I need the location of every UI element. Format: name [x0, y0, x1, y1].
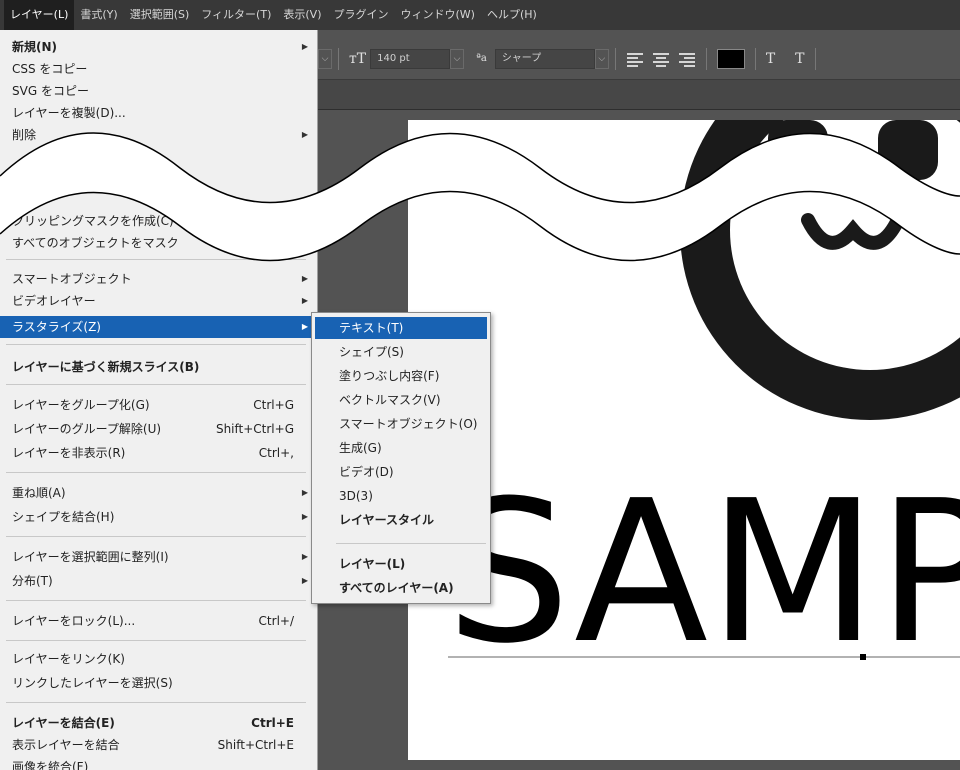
font-size-icon: ᴛT — [349, 50, 367, 67]
antialias-dropdown-icon[interactable]: ⌵ — [594, 48, 609, 69]
submenu-item-vector-mask[interactable]: ベクトルマスク(V) — [315, 389, 487, 411]
menu-item-flatten-image[interactable]: 画像を統合(F) — [0, 756, 317, 770]
submenu-item-fill-content[interactable]: 塗りつぶし内容(F) — [315, 365, 487, 387]
submenu-arrow-icon: ▶ — [301, 322, 308, 331]
menubar-select[interactable]: 選択範囲(S) — [124, 0, 196, 30]
menubar-type[interactable]: 書式(Y) — [74, 0, 123, 30]
menu-item-copy-svg[interactable]: SVG をコピー — [0, 80, 317, 102]
options-divider — [614, 47, 616, 70]
submenu-item-shape[interactable]: シェイプ(S) — [315, 341, 487, 363]
menu-divider — [6, 600, 306, 601]
submenu-item-generate[interactable]: 生成(G) — [315, 437, 487, 459]
menu-item-distribute[interactable]: 分布(T) ▶ — [0, 570, 317, 592]
font-size-field[interactable]: 140 pt — [370, 48, 451, 69]
menu-item-quick-export[interactable]: アセットとしてクイック書き出し — [0, 170, 317, 192]
menu-item-rasterize[interactable]: ラスタライズ(Z) ▶ — [0, 316, 317, 338]
menu-item-merge-layers[interactable]: レイヤーを結合(E) Ctrl+E — [0, 712, 317, 734]
menu-item-select-linked-layers[interactable]: リンクしたレイヤーを選択(S) — [0, 672, 317, 694]
menubar-filter[interactable]: フィルター(T) — [195, 0, 277, 30]
menu-item-combine-shapes[interactable]: シェイプを結合(H) ▶ — [0, 506, 317, 528]
warp-text-icon[interactable]: T — [762, 51, 779, 67]
options-divider — [754, 47, 756, 70]
menu-item-link-layers[interactable]: レイヤーをリンク(K) — [0, 648, 317, 670]
menu-item-video-layer[interactable]: ビデオレイヤー ▶ — [0, 290, 317, 312]
menu-item-merge-visible[interactable]: 表示レイヤーを結合 Shift+Ctrl+E — [0, 734, 317, 756]
menubar-layer[interactable]: レイヤー(L) — [4, 0, 75, 30]
submenu-item-video[interactable]: ビデオ(D) — [315, 461, 487, 483]
submenu-arrow-icon: ▶ — [301, 296, 308, 305]
submenu-item-layer-style[interactable]: レイヤースタイル — [315, 509, 487, 531]
submenu-arrow-icon: ▶ — [301, 488, 308, 497]
menu-item-arrange[interactable]: 重ね順(A) ▶ — [0, 482, 317, 504]
submenu-item-3d[interactable]: 3D(3) — [315, 485, 487, 507]
rasterize-submenu: テキスト(T) シェイプ(S) 塗りつぶし内容(F) ベクトルマスク(V) スマ… — [311, 312, 491, 604]
menu-item-hide-layers[interactable]: レイヤーを非表示(R) Ctrl+, — [0, 442, 317, 464]
submenu-arrow-icon: ▶ — [301, 576, 308, 585]
submenu-arrow-icon: ▶ — [301, 552, 308, 561]
font-style-dropdown-icon[interactable]: ⌵ — [318, 48, 332, 69]
menu-item-group-layers[interactable]: レイヤーをグループ化(G) Ctrl+G — [0, 394, 317, 416]
menu-divider — [6, 536, 306, 537]
submenu-item-layer[interactable]: レイヤー(L) — [315, 553, 487, 575]
text-color-swatch[interactable] — [716, 48, 745, 69]
menubar-window[interactable]: ウィンドウ(W) — [394, 0, 480, 30]
menu-item-copy-css[interactable]: CSS をコピー — [0, 58, 317, 80]
options-divider — [338, 47, 339, 70]
options-divider — [705, 47, 707, 70]
logo-ear-shape — [878, 120, 938, 180]
submenu-arrow-icon: ▶ — [301, 130, 308, 139]
menu-bar: レイヤー(L) 書式(Y) 選択範囲(S) フィルター(T) 表示(V) プラグ… — [0, 0, 960, 30]
menu-item-mask-all-objects[interactable]: すべてのオブジェクトをマスク — [0, 232, 317, 254]
options-bar: ⌵ ᴛT 140 pt ⌵ ªa シャープ ⌵ T T — [318, 38, 960, 80]
menu-divider — [6, 259, 306, 260]
menu-item-new[interactable]: 新規(N) ▶ — [0, 36, 317, 58]
menubar-help[interactable]: ヘルプ(H) — [481, 0, 543, 30]
submenu-divider — [336, 543, 486, 544]
menu-item-new-layer-based-slice[interactable]: レイヤーに基づく新規スライス(B) — [0, 356, 317, 378]
submenu-item-text[interactable]: テキスト(T) — [315, 317, 487, 339]
menu-divider — [6, 702, 306, 703]
menu-divider — [6, 640, 306, 641]
menubar-view[interactable]: 表示(V) — [277, 0, 327, 30]
align-center-icon[interactable] — [652, 52, 669, 67]
menu-item-lock-layers[interactable]: レイヤーをロック(L)... Ctrl+/ — [0, 610, 317, 632]
menu-item-align-to-selection[interactable]: レイヤーを選択範囲に整列(I) ▶ — [0, 546, 317, 568]
canvas-sample-text: SAMP — [446, 459, 960, 687]
menu-divider — [6, 344, 306, 345]
document-tab-bar — [318, 80, 960, 110]
menu-divider — [6, 384, 306, 385]
menu-item-delete[interactable]: 削除 ▶ — [0, 124, 317, 146]
align-left-icon[interactable] — [626, 52, 643, 67]
layer-menu: 新規(N) ▶ CSS をコピー SVG をコピー レイヤーを複製(D)... 削… — [0, 30, 318, 770]
menu-divider — [6, 472, 306, 473]
submenu-arrow-icon: ▶ — [301, 512, 308, 521]
font-size-dropdown-icon[interactable]: ⌵ — [450, 48, 465, 69]
menubar-plugins[interactable]: プラグイン — [327, 0, 394, 30]
logo-ear-shape — [768, 120, 828, 180]
align-right-icon[interactable] — [678, 52, 695, 67]
menu-item-smart-object[interactable]: スマートオブジェクト ▶ — [0, 268, 317, 290]
character-panel-icon[interactable]: T — [791, 51, 808, 67]
menu-item-ungroup-layers[interactable]: レイヤーのグループ解除(U) Shift+Ctrl+G — [0, 418, 317, 440]
menu-item-create-clipping-mask[interactable]: クリッピングマスクを作成(C) Alt+Ctrl+G — [0, 210, 317, 232]
submenu-item-smart-object[interactable]: スマートオブジェクト(O) — [315, 413, 487, 435]
submenu-item-all-layers[interactable]: すべてのレイヤー(A) — [315, 577, 487, 599]
submenu-arrow-icon: ▶ — [301, 42, 308, 51]
options-divider — [814, 47, 816, 70]
submenu-arrow-icon: ▶ — [301, 274, 308, 283]
antialias-icon: ªa — [476, 53, 487, 64]
antialias-field[interactable]: シャープ — [494, 48, 595, 69]
menu-item-duplicate-layer[interactable]: レイヤーを複製(D)... — [0, 102, 317, 124]
